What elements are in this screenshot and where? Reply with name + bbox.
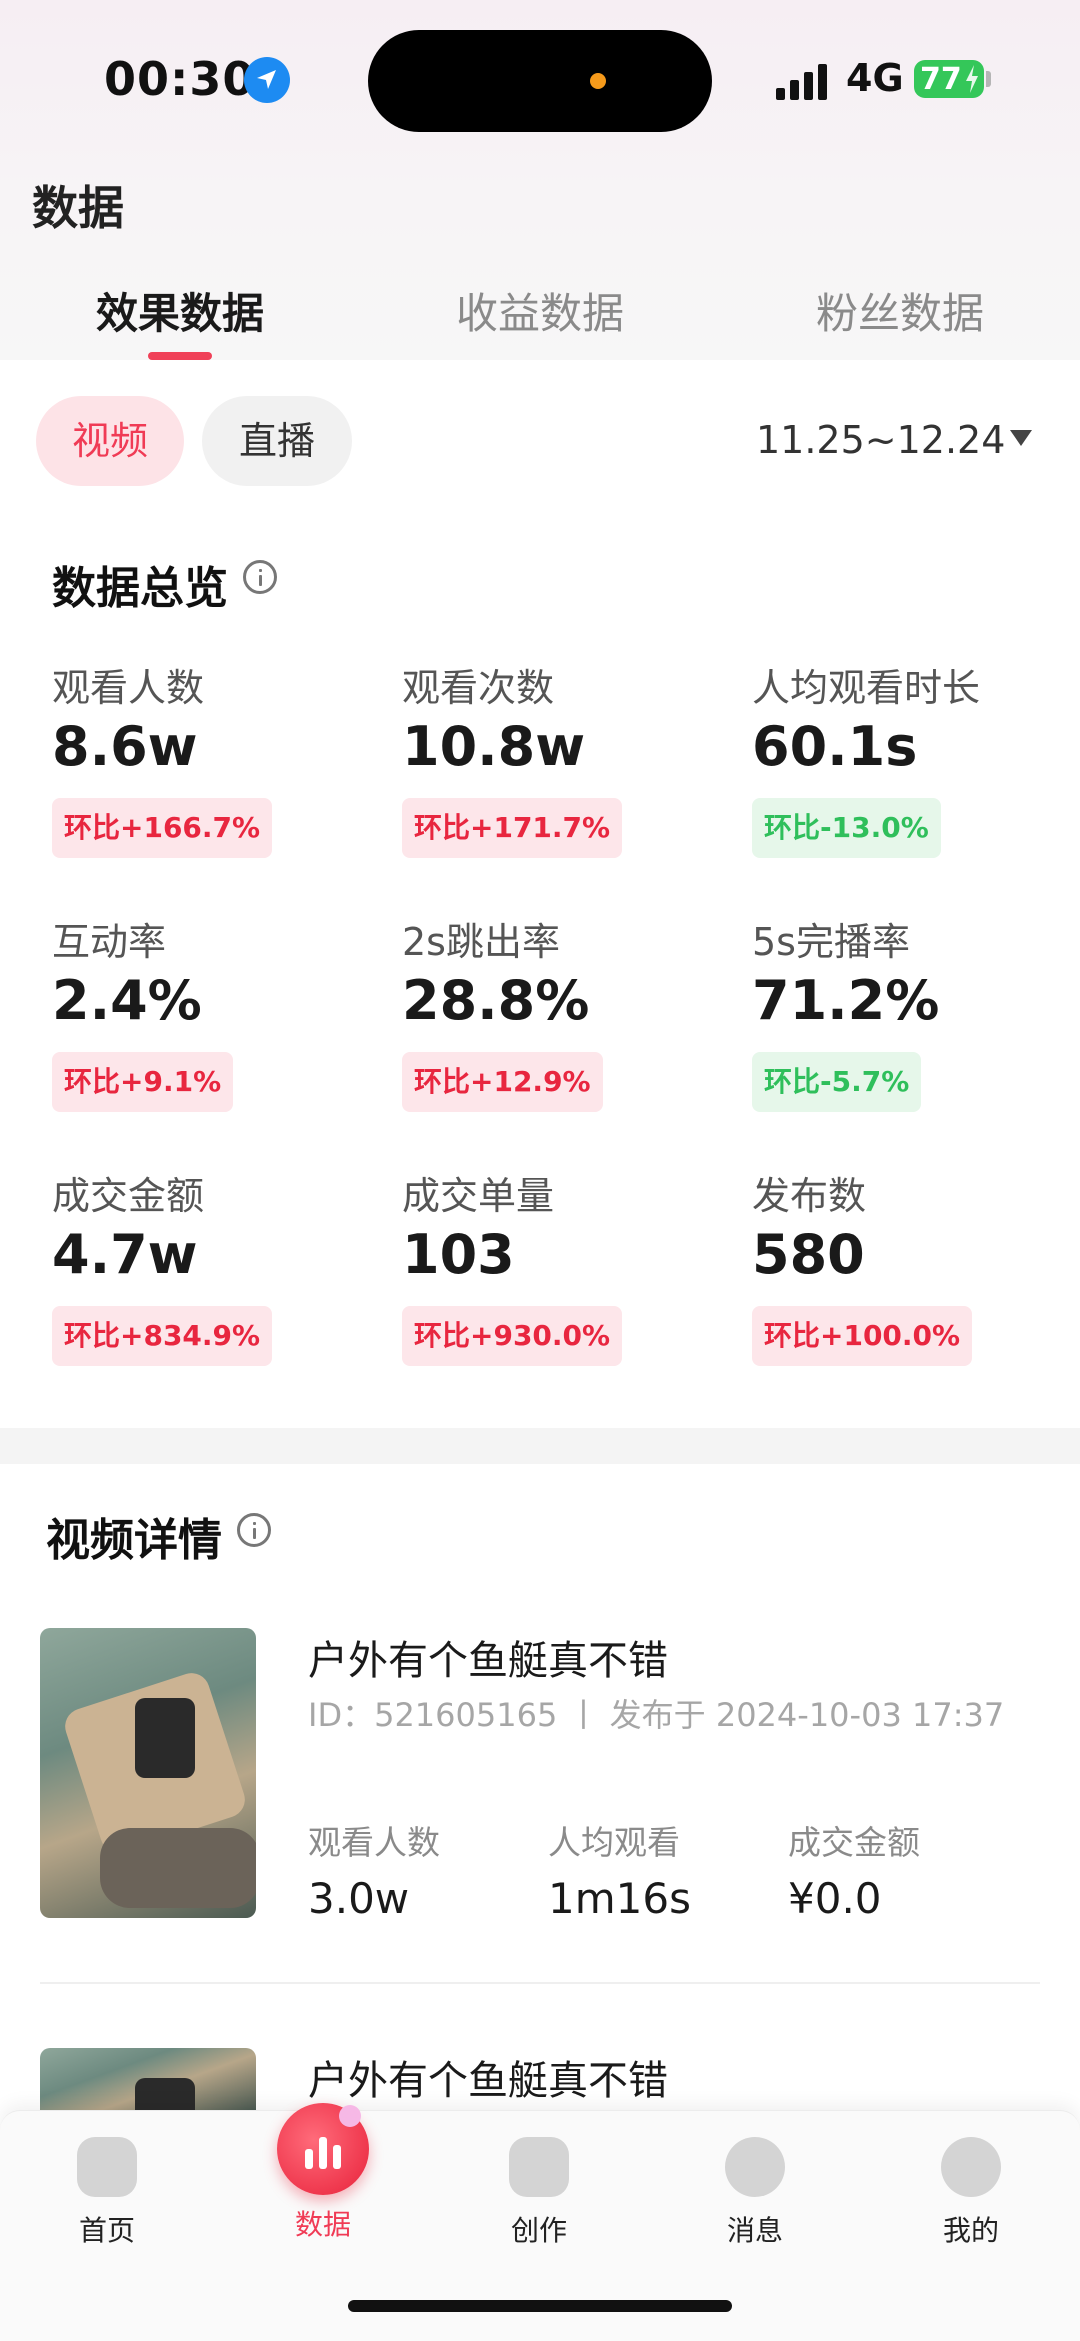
recording-dot bbox=[590, 73, 606, 89]
metric-value: 28.8% bbox=[402, 969, 590, 1032]
network-type: 4G bbox=[846, 56, 904, 100]
tab-fans-data[interactable]: 粉丝数据 bbox=[780, 280, 1020, 341]
tab-revenue-data[interactable]: 收益数据 bbox=[420, 280, 660, 341]
metric-label: 5s完播率 bbox=[752, 920, 910, 964]
battery-icon: 77 bbox=[914, 60, 984, 98]
tab-effect-data[interactable]: 效果数据 bbox=[60, 280, 300, 341]
metric-avg-watch-time: 人均观看时长 60.1s 环比-13.0% bbox=[752, 666, 1080, 858]
metric-change-badge: 环比+171.7% bbox=[402, 798, 623, 858]
metric-label: 成交单量 bbox=[402, 1174, 555, 1218]
video-title: 户外有个鱼艇真不错 bbox=[308, 1638, 668, 1684]
date-range-selector[interactable]: 11.25~12.24 bbox=[756, 418, 1005, 462]
video-list-item[interactable]: 户外有个鱼艇真不错 bbox=[40, 2048, 1040, 2110]
tab-active-indicator bbox=[148, 352, 212, 360]
stat-label: 成交金额 bbox=[788, 1823, 920, 1862]
status-time: 00:30 bbox=[104, 52, 256, 106]
dynamic-island bbox=[368, 30, 712, 132]
metric-value: 580 bbox=[752, 1223, 865, 1286]
metric-label: 观看次数 bbox=[402, 666, 555, 710]
video-stat-viewers: 观看人数 3.0w bbox=[308, 1816, 440, 1923]
metric-change-badge: 环比+12.9% bbox=[402, 1052, 603, 1112]
metric-publish-count: 发布数 580 环比+100.0% bbox=[752, 1174, 1080, 1366]
metric-value: 103 bbox=[402, 1223, 515, 1286]
nav-label: 我的 bbox=[942, 2214, 999, 2247]
metric-label: 2s跳出率 bbox=[402, 920, 560, 964]
metric-orders: 成交单量 103 环比+930.0% bbox=[402, 1174, 732, 1366]
metric-value: 8.6w bbox=[52, 715, 198, 778]
metric-2s-bounce-rate: 2s跳出率 28.8% 环比+12.9% bbox=[402, 920, 732, 1112]
filter-video-button[interactable]: 视频 bbox=[36, 396, 184, 486]
page-title: 数据 bbox=[32, 181, 124, 235]
metric-change-badge: 环比-5.7% bbox=[752, 1052, 922, 1112]
nav-home[interactable]: 首页 bbox=[27, 2121, 187, 2249]
nav-label: 数据 bbox=[294, 2208, 351, 2241]
metric-value: 71.2% bbox=[752, 969, 940, 1032]
nav-data[interactable]: 数据 bbox=[243, 2103, 403, 2243]
filter-live-button[interactable]: 直播 bbox=[202, 396, 352, 486]
signal-icon bbox=[776, 62, 830, 100]
metric-value: 10.8w bbox=[402, 715, 586, 778]
video-stat-gmv: 成交金额 ¥0.0 bbox=[788, 1816, 920, 1923]
stat-value: ¥0.0 bbox=[788, 1874, 882, 1923]
overview-title: 数据总览 bbox=[52, 563, 228, 614]
metric-change-badge: 环比+930.0% bbox=[402, 1306, 623, 1366]
video-thumbnail[interactable] bbox=[40, 2048, 256, 2110]
plus-icon bbox=[509, 2137, 569, 2197]
home-icon bbox=[77, 2137, 137, 2197]
tab-bar: 效果数据 收益数据 粉丝数据 bbox=[0, 270, 1080, 360]
section-divider bbox=[0, 1428, 1080, 1464]
metric-label: 观看人数 bbox=[52, 666, 205, 710]
battery-level: 77 bbox=[920, 62, 962, 97]
metric-value: 2.4% bbox=[52, 969, 202, 1032]
metric-gmv: 成交金额 4.7w 环比+834.9% bbox=[52, 1174, 382, 1366]
nav-create[interactable]: 创作 bbox=[459, 2121, 619, 2249]
video-title: 户外有个鱼艇真不错 bbox=[308, 2058, 668, 2104]
list-divider bbox=[40, 1982, 1040, 1984]
stat-value: 3.0w bbox=[308, 1874, 410, 1923]
notification-dot bbox=[339, 2105, 361, 2127]
metric-value: 60.1s bbox=[752, 715, 918, 778]
metric-5s-completion-rate: 5s完播率 71.2% 环比-5.7% bbox=[752, 920, 1080, 1112]
info-icon[interactable] bbox=[243, 560, 277, 594]
nav-label: 创作 bbox=[510, 2214, 567, 2247]
metric-interaction-rate: 互动率 2.4% 环比+9.1% bbox=[52, 920, 382, 1112]
metric-change-badge: 环比+834.9% bbox=[52, 1306, 273, 1366]
home-indicator[interactable] bbox=[348, 2300, 732, 2312]
metric-viewers: 观看人数 8.6w 环比+166.7% bbox=[52, 666, 382, 858]
metric-views: 观看次数 10.8w 环比+171.7% bbox=[402, 666, 732, 858]
nav-profile[interactable]: 我的 bbox=[891, 2121, 1051, 2249]
video-meta: ID：521605165 丨 发布于 2024-10-03 17:37 bbox=[308, 1696, 1005, 1734]
location-arrow-icon bbox=[244, 57, 290, 103]
stat-label: 观看人数 bbox=[308, 1823, 440, 1862]
metric-label: 发布数 bbox=[752, 1174, 867, 1218]
nav-label: 消息 bbox=[726, 2214, 783, 2247]
metric-label: 互动率 bbox=[52, 920, 167, 964]
nav-label: 首页 bbox=[78, 2214, 135, 2247]
video-details-title: 视频详情 bbox=[46, 1515, 222, 1566]
stat-value: 1m16s bbox=[548, 1874, 691, 1923]
video-stat-avg-watch: 人均观看 1m16s bbox=[548, 1816, 691, 1923]
metric-label: 成交金额 bbox=[52, 1174, 205, 1218]
status-bar: 00:30 4G 77 bbox=[0, 0, 1080, 150]
info-icon[interactable] bbox=[237, 1513, 271, 1547]
metric-change-badge: 环比-13.0% bbox=[752, 798, 941, 858]
metric-change-badge: 环比+9.1% bbox=[52, 1052, 234, 1112]
metric-label: 人均观看时长 bbox=[752, 666, 981, 710]
metric-change-badge: 环比+100.0% bbox=[752, 1306, 973, 1366]
message-icon bbox=[725, 2137, 785, 2197]
video-list-item[interactable]: 户外有个鱼艇真不错 ID：521605165 丨 发布于 2024-10-03 … bbox=[40, 1628, 1040, 1928]
profile-icon bbox=[941, 2137, 1001, 2197]
battery-cap bbox=[986, 71, 991, 87]
metric-value: 4.7w bbox=[52, 1223, 198, 1286]
metric-change-badge: 环比+166.7% bbox=[52, 798, 273, 858]
chevron-down-icon[interactable] bbox=[1010, 430, 1032, 446]
stat-label: 人均观看 bbox=[548, 1823, 680, 1862]
video-thumbnail[interactable] bbox=[40, 1628, 256, 1918]
nav-messages[interactable]: 消息 bbox=[675, 2121, 835, 2249]
